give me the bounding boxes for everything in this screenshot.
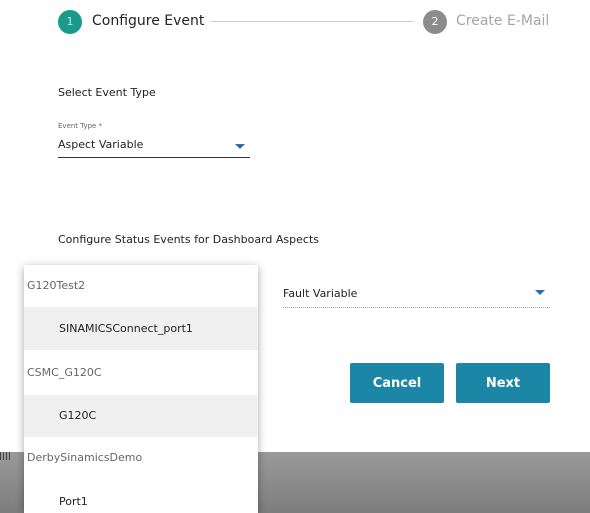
dropdown-group-label: CSMC_G120C xyxy=(27,366,102,379)
chevron-down-icon[interactable] xyxy=(535,290,545,295)
step-1-label: Configure Event xyxy=(92,13,205,29)
dropdown-option[interactable]: G120C xyxy=(24,395,258,437)
next-button[interactable]: Next xyxy=(456,363,550,403)
variable-select-underline xyxy=(283,307,550,308)
dropdown-option[interactable]: SINAMICSConnect_port1 xyxy=(24,307,258,350)
status-events-heading: Configure Status Events for Dashboard As… xyxy=(58,233,319,246)
chevron-down-icon[interactable] xyxy=(235,144,245,149)
cancel-button[interactable]: Cancel xyxy=(350,363,444,403)
event-type-underline xyxy=(58,157,250,158)
event-type-select[interactable]: Aspect Variable xyxy=(58,138,143,151)
dropdown-group-label: G120Test2 xyxy=(27,279,86,292)
dropdown-group-label: DerbySinamicsDemo xyxy=(27,451,143,464)
dropdown-option[interactable]: Port1 xyxy=(24,479,258,513)
step-1-indicator: 1 xyxy=(58,10,82,34)
event-type-field-label: Event Type * xyxy=(58,122,103,130)
step-2-label: Create E-Mail xyxy=(456,13,550,29)
overlay-edge xyxy=(0,452,12,460)
stepper-connector xyxy=(211,21,413,22)
select-event-type-heading: Select Event Type xyxy=(58,86,156,99)
aspect-dropdown-panel[interactable]: G120Test2 SINAMICSConnect_port1 CSMC_G12… xyxy=(24,265,258,513)
step-2-indicator: 2 xyxy=(423,10,447,34)
variable-select[interactable]: Fault Variable xyxy=(283,287,357,300)
